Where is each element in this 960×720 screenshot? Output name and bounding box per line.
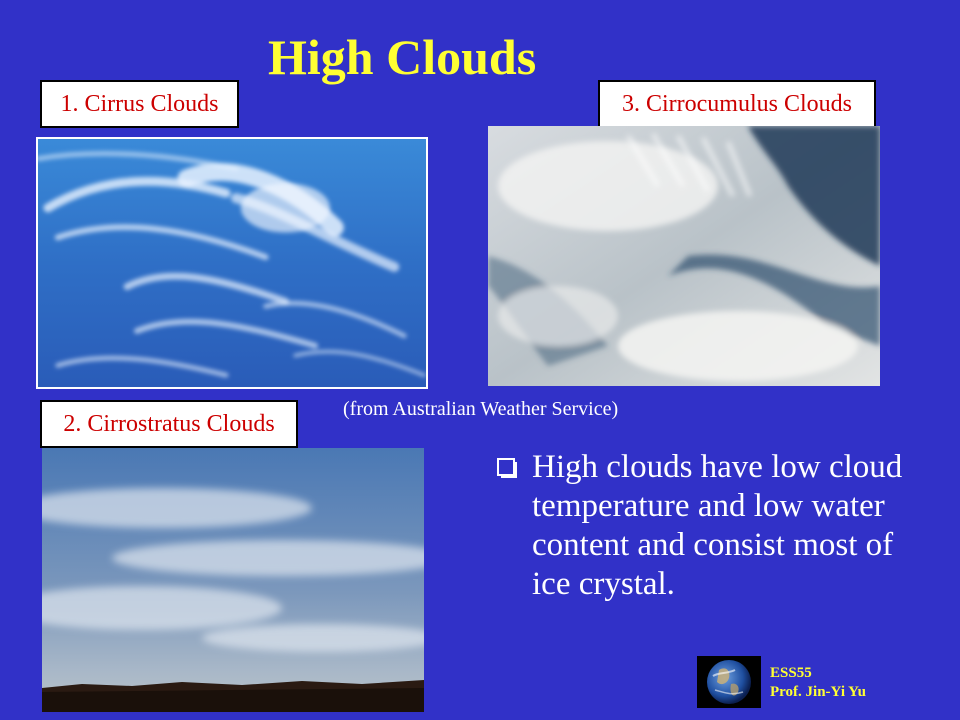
label-cirrus: 1. Cirrus Clouds xyxy=(40,80,239,128)
footer-credit: ESS55 Prof. Jin-Yi Yu xyxy=(770,664,866,702)
course-code: ESS55 xyxy=(770,665,812,681)
cirrocumulus-photo xyxy=(488,126,880,386)
bullet-point: High clouds have low cloud temperature a… xyxy=(496,448,916,604)
bullet-text: High clouds have low cloud temperature a… xyxy=(532,449,903,602)
cirrostratus-photo xyxy=(42,448,424,712)
checkbox-bullet-icon xyxy=(497,458,517,478)
label-cirrostratus: 2. Cirrostratus Clouds xyxy=(40,400,298,448)
instructor-name: Prof. Jin-Yi Yu xyxy=(770,684,866,700)
label-cirrocumulus: 3. Cirrocumulus Clouds xyxy=(598,80,876,128)
source-caption: (from Australian Weather Service) xyxy=(343,398,619,420)
slide: High Clouds 1. Cirrus Clouds 3. Cirrocum… xyxy=(0,0,960,720)
earth-globe-icon xyxy=(697,656,761,708)
cirrus-photo xyxy=(36,137,428,389)
slide-title: High Clouds xyxy=(268,29,537,85)
